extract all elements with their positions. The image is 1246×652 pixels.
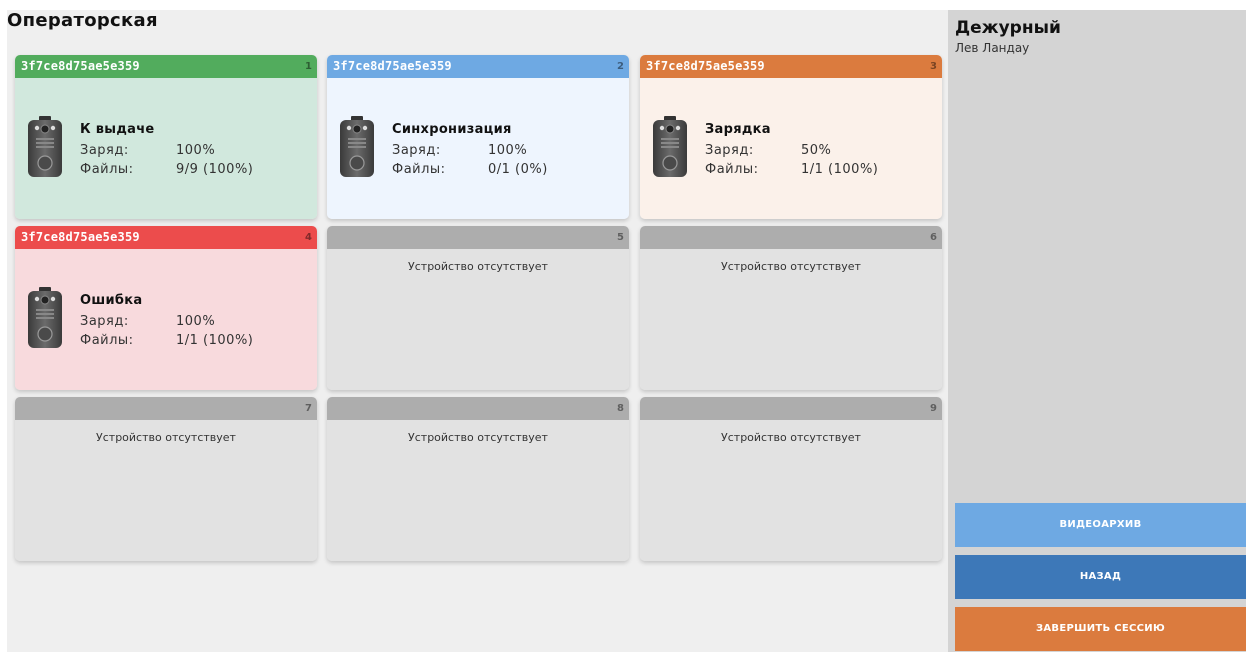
device-id: 3f7ce8d75ae5e359 [646, 59, 765, 73]
video-archive-button[interactable]: ВИДЕОАРХИВ [955, 503, 1246, 547]
slot-header: 5 [327, 226, 629, 249]
slot-body: Устройство отсутствует [640, 249, 942, 390]
slot-number: 1 [305, 61, 312, 72]
files-label: Файлы: [80, 333, 134, 348]
device-info: Зарядка Заряд: 50% Файлы: 1/1 (100%) [705, 122, 878, 179]
device-status: К выдаче [80, 122, 155, 137]
files-value: 1/1 (100%) [176, 333, 254, 348]
slot-number: 9 [930, 403, 937, 414]
page-title: Операторская [7, 10, 158, 31]
slot-header: 9 [640, 397, 942, 420]
empty-slot-text: Устройство отсутствует [721, 260, 861, 273]
charge-value: 50% [801, 143, 832, 158]
charge-label: Заряд: [80, 143, 129, 158]
charge-row: Заряд: 100% [392, 141, 548, 160]
empty-slot-text: Устройство отсутствует [408, 260, 548, 273]
slot-header: 3f7ce8d75ae5e359 1 [15, 55, 317, 78]
sidebar-title: Дежурный [955, 18, 1061, 38]
slot-header: 6 [640, 226, 942, 249]
device-id: 3f7ce8d75ae5e359 [21, 230, 140, 244]
slot-number: 3 [930, 61, 937, 72]
device-status: Синхронизация [392, 122, 512, 137]
files-row: Файлы: 9/9 (100%) [80, 160, 253, 179]
device-slot-7[interactable]: 7 Устройство отсутствует [15, 397, 317, 561]
device-id: 3f7ce8d75ae5e359 [21, 59, 140, 73]
files-label: Файлы: [80, 162, 134, 177]
slot-header: 3f7ce8d75ae5e359 2 [327, 55, 629, 78]
device-slot-6[interactable]: 6 Устройство отсутствует [640, 226, 942, 390]
body-camera-icon [27, 287, 63, 349]
device-slot-9[interactable]: 9 Устройство отсутствует [640, 397, 942, 561]
slot-number: 6 [930, 232, 937, 243]
slot-header: 3f7ce8d75ae5e359 3 [640, 55, 942, 78]
device-info: К выдаче Заряд: 100% Файлы: 9/9 (100%) [80, 122, 253, 179]
slot-body: Синхронизация Заряд: 100% Файлы: 0/1 (0%) [327, 78, 629, 219]
slot-number: 7 [305, 403, 312, 414]
device-slot-8[interactable]: 8 Устройство отсутствует [327, 397, 629, 561]
charge-value: 100% [488, 143, 528, 158]
slot-body: К выдаче Заряд: 100% Файлы: 9/9 (100%) [15, 78, 317, 219]
slot-body: Устройство отсутствует [15, 420, 317, 561]
slot-body: Ошибка Заряд: 100% Файлы: 1/1 (100%) [15, 249, 317, 390]
charge-row: Заряд: 50% [705, 141, 878, 160]
slot-body: Устройство отсутствует [327, 420, 629, 561]
empty-slot-text: Устройство отсутствует [96, 431, 236, 444]
charge-label: Заряд: [392, 143, 441, 158]
slot-number: 4 [305, 232, 312, 243]
body-camera-icon [652, 116, 688, 178]
empty-slot-text: Устройство отсутствует [408, 431, 548, 444]
charge-value: 100% [176, 143, 216, 158]
device-slot-4[interactable]: 3f7ce8d75ae5e359 4 Ошибка Заряд: 100% Файлы: 1… [15, 226, 317, 390]
slot-header: 7 [15, 397, 317, 420]
files-label: Файлы: [705, 162, 759, 177]
slot-header: 3f7ce8d75ae5e359 4 [15, 226, 317, 249]
files-row: Файлы: 1/1 (100%) [80, 331, 253, 350]
slot-header: 8 [327, 397, 629, 420]
duty-officer-name: Лев Ландау [955, 41, 1030, 55]
device-slot-5[interactable]: 5 Устройство отсутствует [327, 226, 629, 390]
charge-value: 100% [176, 314, 216, 329]
device-info: Ошибка Заряд: 100% Файлы: 1/1 (100%) [80, 293, 253, 350]
charge-row: Заряд: 100% [80, 312, 253, 331]
files-value: 0/1 (0%) [488, 162, 548, 177]
device-slot-3[interactable]: 3f7ce8d75ae5e359 3 Зарядка Заряд: 50% Файлы: 1… [640, 55, 942, 219]
back-button[interactable]: НАЗАД [955, 555, 1246, 599]
device-status: Зарядка [705, 122, 771, 137]
files-label: Файлы: [392, 162, 446, 177]
device-id: 3f7ce8d75ae5e359 [333, 59, 452, 73]
slot-body: Зарядка Заряд: 50% Файлы: 1/1 (100%) [640, 78, 942, 219]
device-slot-2[interactable]: 3f7ce8d75ae5e359 2 Синхронизация Заряд: 100%… [327, 55, 629, 219]
slot-body: Устройство отсутствует [327, 249, 629, 390]
slot-number: 8 [617, 403, 624, 414]
body-camera-icon [27, 116, 63, 178]
slot-number: 2 [617, 61, 624, 72]
files-row: Файлы: 0/1 (0%) [392, 160, 548, 179]
slot-body: Устройство отсутствует [640, 420, 942, 561]
charge-label: Заряд: [80, 314, 129, 329]
device-status: Ошибка [80, 293, 143, 308]
files-value: 9/9 (100%) [176, 162, 254, 177]
files-value: 1/1 (100%) [801, 162, 879, 177]
charge-row: Заряд: 100% [80, 141, 253, 160]
empty-slot-text: Устройство отсутствует [721, 431, 861, 444]
files-row: Файлы: 1/1 (100%) [705, 160, 878, 179]
charge-label: Заряд: [705, 143, 754, 158]
device-slot-1[interactable]: 3f7ce8d75ae5e359 1 К выдаче Заряд: 100% Файлы… [15, 55, 317, 219]
slot-number: 5 [617, 232, 624, 243]
body-camera-icon [339, 116, 375, 178]
device-info: Синхронизация Заряд: 100% Файлы: 0/1 (0%) [392, 122, 548, 179]
end-session-button[interactable]: ЗАВЕРШИТЬ СЕССИЮ [955, 607, 1246, 651]
